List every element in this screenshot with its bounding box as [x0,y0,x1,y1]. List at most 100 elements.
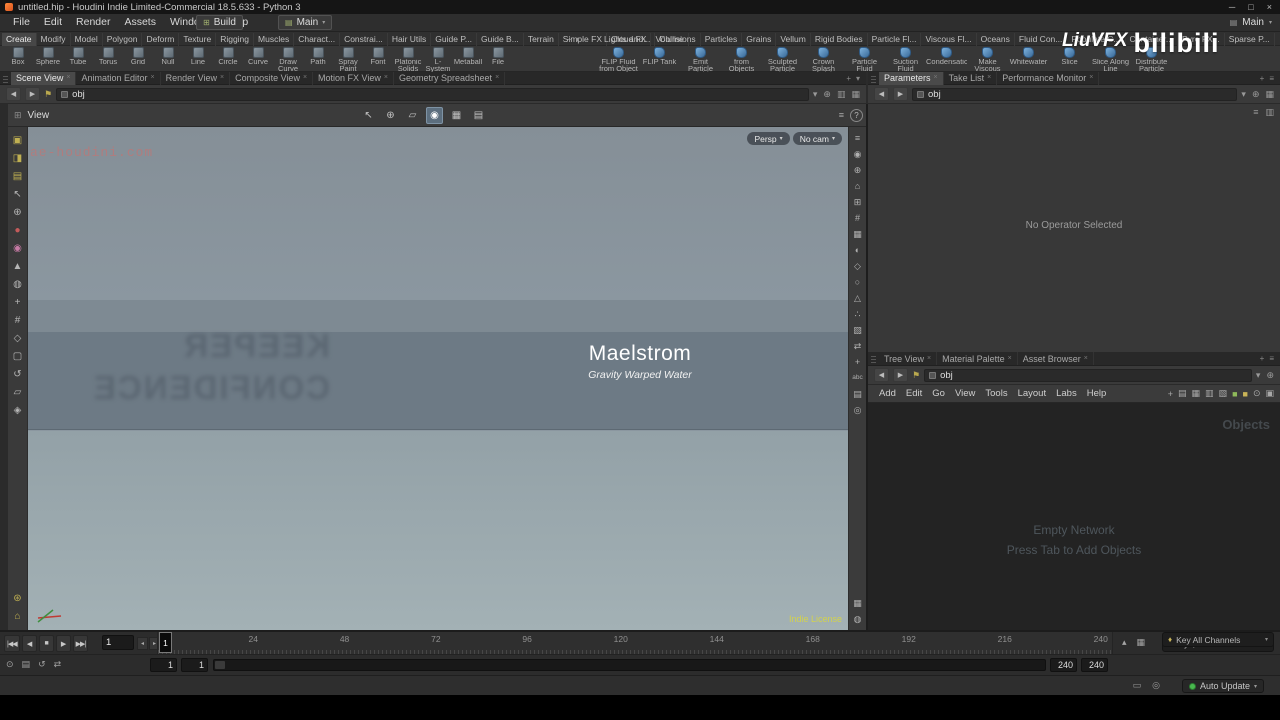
close-icon[interactable]: × [303,72,307,84]
shelf-tool[interactable]: Metaball [453,46,483,72]
params-path-field[interactable]: obj [912,87,1238,101]
menu-item[interactable]: File [6,14,37,31]
shelf-tab[interactable]: Modify [37,32,71,46]
close-icon[interactable]: × [384,72,388,84]
back-button[interactable]: ◀ [6,87,21,101]
snap-icon[interactable]: # [855,213,860,223]
shelf-tool[interactable]: Font [363,46,393,72]
frame-range-slider[interactable] [213,659,1046,671]
add-pane-tab-icon[interactable]: + [1260,354,1265,363]
pane-tab[interactable]: Take List × [944,71,998,85]
network-menu-item[interactable]: Edit [901,385,927,402]
chevron-down-icon[interactable]: ▾ [576,35,580,44]
chevron-down-icon[interactable]: ▾ [1241,89,1246,100]
pane-tab[interactable]: Material Palette × [937,352,1018,365]
frame-all-icon[interactable]: ⊞ [854,197,862,207]
snapshot-icon[interactable]: ▤ [470,107,487,124]
lock-view-icon[interactable]: ⊕ [854,165,862,175]
shelf-tool[interactable]: Condensation [926,46,967,72]
lighting-icon[interactable]: ○ [855,277,860,287]
add-tool-icon[interactable]: + [15,297,21,308]
export-channels-icon[interactable]: ▴ [1122,637,1127,648]
shelf-tool[interactable]: L-System [423,46,453,72]
key-all-channels-dropdown[interactable]: ♦ Key All Channels ▾ [1162,632,1274,647]
shelf-tool[interactable]: Platonic Solids [393,46,423,72]
pane-tab[interactable]: Asset Browser × [1018,352,1094,365]
add-pane-tab-icon[interactable]: + [1260,74,1265,83]
pane-tab[interactable]: Composite View × [230,71,314,85]
home-view-icon[interactable]: ⌂ [14,611,20,622]
forward-button[interactable]: ▶ [893,368,908,382]
shelf-tab[interactable]: Collisions [655,32,701,46]
grid-snap-icon[interactable]: # [15,315,21,326]
pane-tab[interactable]: Performance Monitor × [997,71,1100,85]
chevron-down-icon[interactable]: ▾ [856,74,860,83]
character-tool-icon[interactable]: ▲ [13,261,23,272]
close-icon[interactable]: × [927,353,931,365]
shelf-tab[interactable]: Charact... [294,32,341,46]
pane-tab[interactable]: Motion FX View × [313,71,394,85]
message-log-icon[interactable]: ▭ [1133,680,1142,691]
tree-mode-icon[interactable]: ▧ [1219,388,1228,399]
display-flag-icon[interactable]: ◉ [13,243,22,254]
step-back-button[interactable]: ◂ [137,637,148,650]
pin-icon[interactable]: ⊕ [823,89,831,100]
pose-tool-icon[interactable]: ◍ [13,279,22,290]
camera-select-button[interactable]: No cam ▾ [792,132,842,145]
maximize-pane-icon[interactable]: ▦ [851,89,860,100]
back-button[interactable]: ◀ [874,87,889,101]
shelf-tab[interactable]: Muscles [254,32,295,46]
forward-button[interactable]: ▶ [25,87,40,101]
close-icon[interactable]: × [1008,353,1012,365]
close-icon[interactable]: × [66,72,70,84]
shelf-tab[interactable]: Guide B... [477,32,524,46]
menu-item[interactable]: Edit [37,14,69,31]
shelf-tool[interactable]: Draw Curve [273,46,303,72]
shelf-tool[interactable]: Curve [243,46,273,72]
shelf-tool[interactable]: Box [3,46,33,72]
timeline-ruler[interactable]: 124487296120144168192216240 1 [157,632,1113,654]
pane-maximize-icon[interactable]: ◨ [13,153,22,164]
shelf-tab[interactable]: Constrai... [340,32,388,46]
close-icon[interactable]: × [220,72,224,84]
color-swatch-yellow-icon[interactable]: ■ [1243,389,1248,399]
shelf-tool[interactable]: FLIP Fluid from Object [598,46,639,72]
select-tool-icon[interactable]: ↖ [13,189,21,200]
network-menu-item[interactable]: Tools [980,385,1012,402]
shelf-tool[interactable]: Spray Paint [333,46,363,72]
image-planes-icon[interactable]: ▤ [853,389,862,399]
shelf-tab[interactable]: Rigid Bodies [811,32,868,46]
close-icon[interactable]: × [987,72,991,84]
dopesheet-icon[interactable]: ▦ [1137,637,1146,648]
realtime-toggle-icon[interactable]: ⇄ [54,659,62,670]
shelf-tab[interactable]: Create [2,32,37,46]
shelf-tool[interactable]: Grid [123,46,153,72]
pane-tab[interactable]: Parameters × [879,71,944,85]
material-icon[interactable]: ◈ [14,405,22,416]
home-grid-icon[interactable]: ⌂ [855,181,860,191]
shelf-tool[interactable]: FLIP Tank [639,46,680,72]
pane-drag-handle[interactable] [871,354,876,363]
split-pane-icon[interactable]: ▥ [837,89,846,100]
shelf-tool[interactable]: from Objects [721,46,762,72]
add-pane-tab-icon[interactable]: + [846,74,851,83]
shelf-tool[interactable]: Sculpted Particle Fluid [762,46,803,72]
close-icon[interactable]: × [934,72,938,84]
persp-view-button[interactable]: Persp ▾ [747,132,790,145]
network-editor-canvas[interactable]: Objects Empty Network Press Tab to Add O… [868,403,1280,630]
handle-visibility-icon[interactable]: + [855,357,860,367]
pane-drag-handle[interactable] [871,73,876,83]
main-toolbar-selector[interactable]: ▤ Main ▾ [278,15,333,30]
render-flag-icon[interactable]: ● [14,225,20,236]
light-toggle-icon[interactable]: ◍ [854,614,862,624]
shelf-tool[interactable]: Make Viscous [967,46,1008,72]
range-slider-handle[interactable] [215,661,225,669]
close-button[interactable]: × [1267,0,1272,14]
points-display-icon[interactable]: ∴ [855,309,861,319]
desktop-selector[interactable]: ⊞ Build [196,15,243,30]
network-menu-item[interactable]: Labs [1051,385,1082,402]
minimize-button[interactable]: ─ [1229,0,1235,14]
shelf-tab[interactable]: Polygon [103,32,143,46]
close-icon[interactable]: × [1084,353,1088,365]
mirror-view-icon[interactable]: ⇄ [854,341,862,351]
